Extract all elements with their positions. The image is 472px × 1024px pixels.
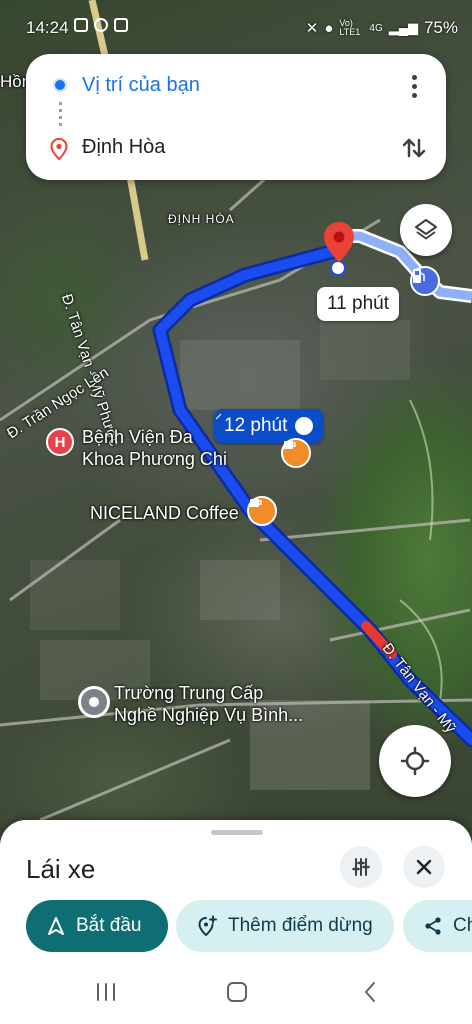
start-label: Bắt đầu <box>76 915 142 936</box>
sync-icon <box>94 18 108 32</box>
gallery-icon <box>74 18 88 32</box>
back-button[interactable] <box>356 980 384 1004</box>
layers-button[interactable] <box>400 204 452 256</box>
poi-school-text: Trường Trung Cấp Nghề Nghiệp Vụ Bình... <box>114 683 304 725</box>
status-right: ✕ ● Vo) LTE1 4G ▂▄▆ 75% <box>306 18 458 38</box>
poi-school-label[interactable]: Trường Trung Cấp Nghề Nghiệp Vụ Bình... <box>114 682 303 726</box>
more-vert-icon[interactable] <box>402 72 426 100</box>
home-icon <box>227 982 247 1002</box>
eta-alternate-route[interactable]: 11 phút <box>317 287 399 321</box>
back-chevron-icon <box>365 982 375 1002</box>
eta-main-label: 12 phút <box>224 415 288 436</box>
status-notification-icons <box>74 18 128 32</box>
action-buttons-row: Bắt đầu Thêm điểm dừng Ch <box>26 900 472 956</box>
signal-icon: ▂▄▆ <box>388 20 418 35</box>
map-label-dinh-hoa: ĐỊNH HÒA <box>168 212 235 226</box>
crosshair-icon <box>400 746 430 776</box>
destination-pin-icon[interactable] <box>322 220 356 264</box>
cafe-icon[interactable] <box>247 496 277 526</box>
close-icon <box>416 859 432 875</box>
poi-hospital-label[interactable]: Bệnh Viện Đa Khoa Phương Chi <box>82 426 227 470</box>
route-connector <box>59 102 62 130</box>
layers-icon <box>415 219 437 240</box>
share-icon <box>425 917 441 935</box>
sheet-drag-handle[interactable] <box>211 830 263 835</box>
add-stop-button[interactable]: Thêm điểm dừng <box>176 900 394 952</box>
directions-card: Vị trí của bạn Định Hòa <box>26 54 446 180</box>
add-stop-label: Thêm điểm dừng <box>228 915 373 936</box>
travel-mode-title: Lái xe <box>26 854 96 884</box>
hospital-icon[interactable]: H <box>46 428 74 456</box>
eta-main-route[interactable]: 12 phút <box>214 409 324 443</box>
navigation-arrow-icon <box>48 917 64 935</box>
mute-icon: ✕ <box>305 20 319 37</box>
status-bar: 14:24 ✕ ● Vo) LTE1 4G ▂▄▆ 75% <box>0 0 472 56</box>
origin-field[interactable]: Vị trí của bạn <box>82 74 200 97</box>
cafe-icon[interactable] <box>281 438 311 468</box>
share-label: Ch <box>453 915 472 936</box>
eco-leaf-icon <box>215 411 314 435</box>
school-pin-icon[interactable] <box>78 686 110 718</box>
share-button[interactable]: Ch <box>403 900 472 952</box>
start-navigation-button[interactable]: Bắt đầu <box>26 900 168 952</box>
poi-cafe-label[interactable]: NICELAND Coffee <box>90 502 239 524</box>
network-label: 4G <box>369 22 383 34</box>
system-navigation-bar <box>0 958 472 1024</box>
app-icon <box>114 18 128 32</box>
recents-icon <box>97 983 115 1001</box>
origin-dot-icon <box>53 78 67 92</box>
swap-vertical-icon[interactable] <box>398 132 430 164</box>
status-time: 14:24 <box>26 18 69 37</box>
carrier-label: Vo) LTE1 <box>339 18 361 37</box>
battery-label: 75% <box>423 18 458 37</box>
recent-apps-button[interactable] <box>92 980 120 1004</box>
destination-pin-outline-icon <box>50 138 68 160</box>
fuel-station-icon[interactable] <box>410 266 440 296</box>
close-button[interactable] <box>403 846 445 888</box>
tune-icon <box>352 858 370 876</box>
poi-hospital-text: Bệnh Viện Đa Khoa Phương Chi <box>82 427 227 469</box>
destination-field[interactable]: Định Hòa <box>82 136 165 159</box>
add-location-icon <box>198 915 217 937</box>
route-options-button[interactable] <box>340 846 382 888</box>
location-status-icon: ● <box>324 19 334 37</box>
home-button[interactable] <box>223 980 251 1004</box>
my-location-button[interactable] <box>379 725 451 797</box>
